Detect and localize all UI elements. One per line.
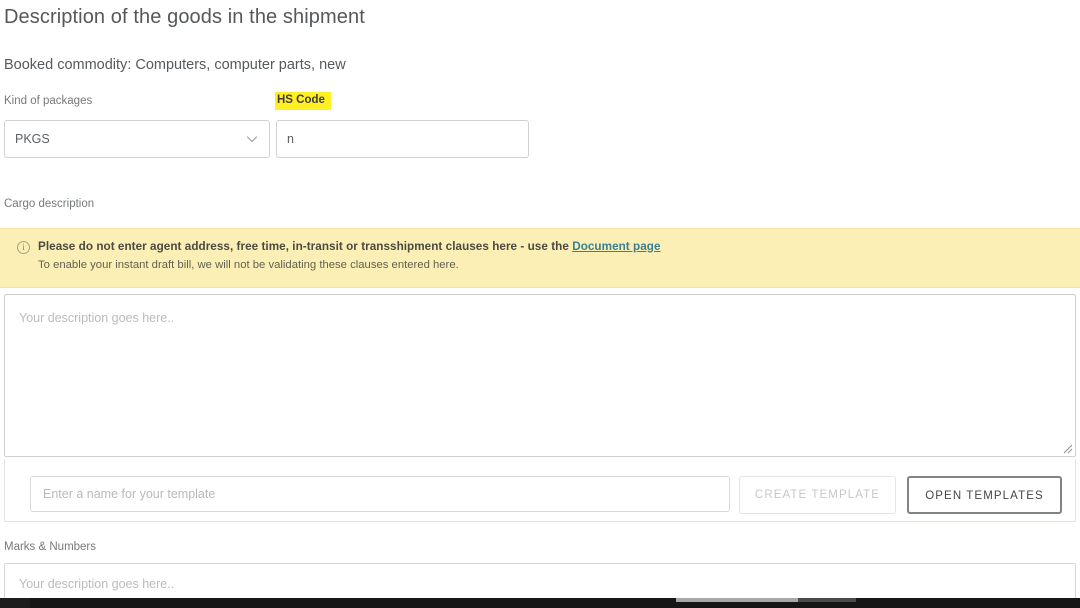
alert-primary-text: Please do not enter agent address, free … — [38, 240, 661, 253]
page-title: Description of the goods in the shipment — [4, 6, 365, 28]
document-page-link[interactable]: Document page — [572, 240, 660, 253]
screen-bottom-edge-left — [0, 598, 30, 608]
chevron-down-icon — [245, 132, 259, 146]
hs-code-input[interactable] — [276, 120, 529, 158]
cargo-description-box — [4, 294, 1076, 457]
kind-of-packages-select[interactable]: PKGS — [4, 120, 270, 158]
create-template-button[interactable]: CREATE TEMPLATE — [739, 476, 896, 514]
cargo-description-textarea[interactable] — [5, 295, 1075, 456]
screen-bottom-edge-highlight-secondary — [798, 598, 856, 602]
alert-secondary-text: To enable your instant draft bill, we wi… — [38, 259, 459, 271]
info-circle-icon: i — [17, 241, 30, 254]
alert-primary-text-lead: Please do not enter agent address, free … — [38, 240, 573, 253]
hs-code-label: HS Code — [275, 92, 331, 110]
marks-and-numbers-label: Marks & Numbers — [4, 541, 97, 553]
cargo-description-label: Cargo description — [4, 198, 95, 210]
screen-bottom-edge-highlight — [676, 598, 798, 602]
info-alert-banner: i Please do not enter agent address, fre… — [0, 228, 1080, 288]
screen-bottom-edge — [0, 598, 1080, 608]
shipment-goods-description-page: Description of the goods in the shipment… — [0, 0, 1080, 608]
open-templates-button[interactable]: OPEN TEMPLATES — [907, 476, 1062, 514]
kind-of-packages-value: PKGS — [15, 132, 50, 146]
booked-commodity-text: Booked commodity: Computers, computer pa… — [4, 57, 346, 73]
template-toolbar: CREATE TEMPLATE OPEN TEMPLATES — [4, 459, 1076, 522]
template-name-input[interactable] — [30, 476, 730, 512]
kind-of-packages-label: Kind of packages — [4, 95, 93, 107]
